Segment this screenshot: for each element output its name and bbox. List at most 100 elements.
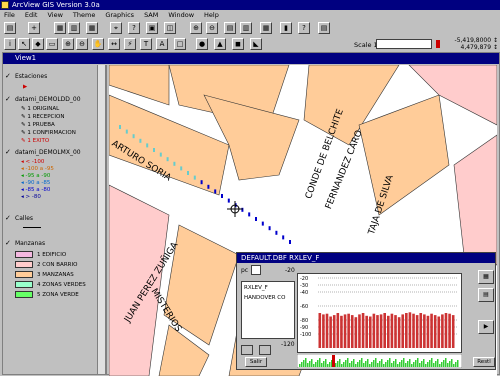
field-item[interactable]: HANDOVER CO bbox=[244, 295, 285, 301]
strip-bar bbox=[343, 362, 345, 367]
theme-props-icon[interactable]: ▦ bbox=[54, 22, 66, 34]
legend-swatch bbox=[15, 271, 33, 278]
legend-entry: ✎ 1 PRUEBA bbox=[21, 122, 55, 128]
strip-bar bbox=[409, 359, 411, 367]
chart-bar bbox=[423, 314, 426, 348]
strip-bar bbox=[413, 362, 415, 367]
legend-label: 1 CONFIRMACION bbox=[27, 130, 76, 136]
legend-label: -100 a -95 bbox=[25, 166, 54, 172]
pan-icon[interactable]: ✋ bbox=[92, 38, 104, 50]
save-icon[interactable]: ▤ bbox=[4, 22, 16, 34]
panel-icon[interactable]: ▤ bbox=[318, 22, 330, 34]
zoom-in-icon[interactable]: ⊕ bbox=[190, 22, 202, 34]
legend-entry: ✎ 1 CONFIRMACION bbox=[21, 130, 76, 136]
tool-d-icon[interactable]: ◣ bbox=[250, 38, 262, 50]
chart-bar bbox=[394, 315, 397, 348]
draw-icon[interactable]: □ bbox=[174, 38, 186, 50]
chart-mode-icon[interactable] bbox=[241, 345, 253, 355]
legend-swatch bbox=[15, 281, 33, 288]
theme-calles[interactable]: ✓ Calles bbox=[5, 215, 33, 223]
checkmark-icon[interactable]: ✓ bbox=[5, 96, 12, 103]
reset-button[interactable]: Restl bbox=[473, 357, 495, 367]
route-marker bbox=[193, 175, 196, 180]
measure-icon[interactable]: ↔ bbox=[108, 38, 120, 50]
identify-icon[interactable]: i bbox=[4, 38, 16, 50]
select-features-icon[interactable]: ▤ bbox=[224, 22, 236, 34]
legend-label: -85 a -80 bbox=[25, 187, 51, 193]
strip-bar bbox=[403, 358, 405, 367]
mini-overview-strip[interactable] bbox=[297, 354, 462, 368]
zoom-active-icon[interactable]: ◫ bbox=[164, 22, 176, 34]
export-icon[interactable] bbox=[259, 345, 271, 355]
hotlink-icon[interactable]: ⚡ bbox=[124, 38, 136, 50]
menu-theme[interactable]: Theme bbox=[73, 10, 95, 21]
tick-label: -60 bbox=[300, 304, 308, 310]
checkmark-icon[interactable]: ✓ bbox=[5, 215, 12, 222]
locate-icon[interactable]: ⌖ bbox=[110, 22, 122, 34]
legend-swatch bbox=[15, 251, 33, 258]
menu-window[interactable]: Window bbox=[168, 10, 194, 21]
theme-manzanas[interactable]: ✓ Manzanas bbox=[5, 240, 45, 248]
query-icon[interactable]: ? bbox=[128, 22, 140, 34]
strip-bar bbox=[429, 360, 431, 367]
pointer-icon[interactable]: ↖ bbox=[18, 38, 30, 50]
menu-graphics[interactable]: Graphics bbox=[105, 10, 134, 21]
zoom-extent-icon[interactable]: ▣ bbox=[146, 22, 158, 34]
exit-button[interactable]: Salir bbox=[245, 357, 267, 367]
theme-label: datami_DEMOLDD_00 bbox=[15, 96, 81, 103]
edit-legend-icon[interactable]: ▥ bbox=[68, 22, 80, 34]
theme-demoldd[interactable]: ✓ datami_DEMOLDD_00 bbox=[5, 96, 81, 104]
select-tool-icon[interactable]: ▦ bbox=[478, 270, 494, 284]
tool-b-icon[interactable]: ▲ bbox=[214, 38, 226, 50]
zoom-tool-out-icon[interactable]: ⊖ bbox=[76, 38, 88, 50]
checkmark-icon[interactable]: ✓ bbox=[5, 240, 12, 247]
add-theme-icon[interactable]: + bbox=[28, 22, 40, 34]
play-icon[interactable]: ▶ bbox=[478, 320, 494, 334]
checkmark-icon[interactable]: ✓ bbox=[5, 149, 12, 156]
help-icon[interactable]: ? bbox=[298, 22, 310, 34]
toc-scrollbar[interactable] bbox=[97, 65, 105, 374]
table-icon[interactable]: ▦ bbox=[86, 22, 98, 34]
app-title: ArcView GIS Version 3.0a bbox=[12, 1, 100, 9]
chart-icon[interactable]: ▮ bbox=[280, 22, 292, 34]
arcview-app-icon[interactable] bbox=[1, 1, 9, 9]
strip-bar bbox=[317, 360, 319, 367]
zoom-tool-icon[interactable]: ▤ bbox=[478, 288, 494, 302]
field-picker-icon[interactable] bbox=[251, 265, 261, 275]
menu-help[interactable]: Help bbox=[204, 10, 219, 21]
label-icon[interactable]: T bbox=[140, 38, 152, 50]
layout-icon[interactable]: ▦ bbox=[260, 22, 272, 34]
tool-c-icon[interactable]: ◼ bbox=[232, 38, 244, 50]
menu-file[interactable]: File bbox=[4, 10, 15, 21]
strip-bar bbox=[351, 361, 353, 367]
legend-entry: ◂ < -100 bbox=[21, 159, 45, 165]
field-item[interactable]: RXLEV_F bbox=[244, 285, 268, 291]
theme-estaciones[interactable]: ✓ Estaciones bbox=[5, 73, 47, 81]
signal-chart-svg: -20-30-40 -60 -80-90-100 bbox=[300, 276, 457, 348]
menu-edit[interactable]: Edit bbox=[25, 10, 38, 21]
route-marker bbox=[227, 198, 230, 203]
strip-bar bbox=[319, 358, 321, 367]
menu-view[interactable]: View bbox=[47, 10, 62, 21]
tool-a-icon[interactable]: ● bbox=[196, 38, 208, 50]
scale-input[interactable] bbox=[376, 39, 432, 49]
field-list[interactable]: RXLEV_F HANDOVER CO bbox=[241, 281, 295, 339]
theme-demolmx[interactable]: ✓ datami_DEMOLMX_00 bbox=[5, 149, 81, 157]
menu-sam[interactable]: SAM bbox=[144, 10, 158, 21]
signal-chart: -20 -30 -40 -60 -80 -90 -100 bbox=[297, 273, 462, 353]
strip-bar bbox=[369, 364, 371, 367]
strip-bar bbox=[407, 361, 409, 367]
chart-bar bbox=[387, 315, 390, 348]
strip-bar bbox=[337, 361, 339, 367]
text-icon[interactable]: A bbox=[156, 38, 168, 50]
zoom-out-icon[interactable]: ⊖ bbox=[206, 22, 218, 34]
legend-marker-icon: ▶ bbox=[23, 84, 28, 90]
strip-bar bbox=[423, 359, 425, 367]
zoom-tool-in-icon[interactable]: ⊕ bbox=[62, 38, 74, 50]
clear-select-icon[interactable]: ▥ bbox=[240, 22, 252, 34]
vertex-icon[interactable]: ◆ bbox=[32, 38, 44, 50]
select-icon[interactable]: ▭ bbox=[46, 38, 58, 50]
chart-bar bbox=[441, 314, 444, 348]
legend-label: 1 PRUEBA bbox=[27, 122, 55, 128]
checkmark-icon[interactable]: ✓ bbox=[5, 73, 12, 80]
